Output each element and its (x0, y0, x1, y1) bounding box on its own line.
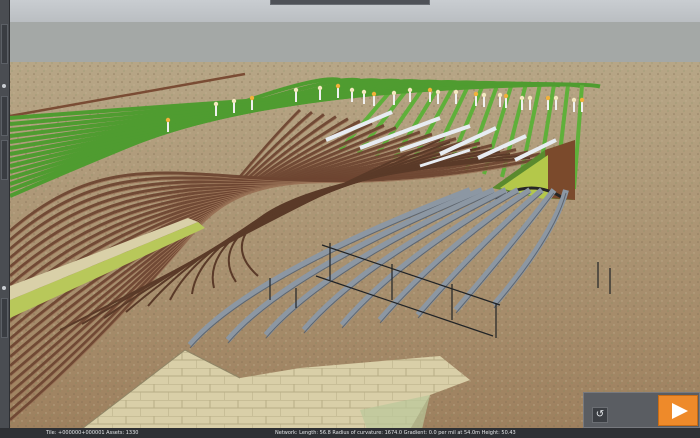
status-bar: Tile: +000000+000001 Assets: 1330 Networ… (0, 428, 700, 438)
camera-panel-tab[interactable] (270, 0, 430, 5)
scene-render[interactable] (0, 0, 700, 438)
curve-tool-icon[interactable]: ↺ (592, 407, 608, 423)
toolbar-button[interactable] (1, 298, 8, 338)
toolbar-dot-icon[interactable] (2, 286, 6, 290)
toolbar-button[interactable] (1, 24, 8, 64)
toolbar-button[interactable] (1, 96, 8, 136)
tool-glyph: ↺ (595, 409, 605, 420)
play-button[interactable] (658, 395, 698, 426)
left-toolbar (0, 0, 10, 438)
status-tile-assets: Tile: +000000+000001 Assets: 1330 (46, 430, 139, 436)
3d-viewport[interactable] (0, 0, 700, 438)
control-panel: ↺ (583, 392, 700, 428)
play-icon (672, 403, 688, 419)
toolbar-dot-icon[interactable] (2, 84, 6, 88)
toolbar-button[interactable] (1, 140, 8, 180)
status-network-info: Network: Length: 56.8 Radius of curvatur… (275, 430, 516, 436)
